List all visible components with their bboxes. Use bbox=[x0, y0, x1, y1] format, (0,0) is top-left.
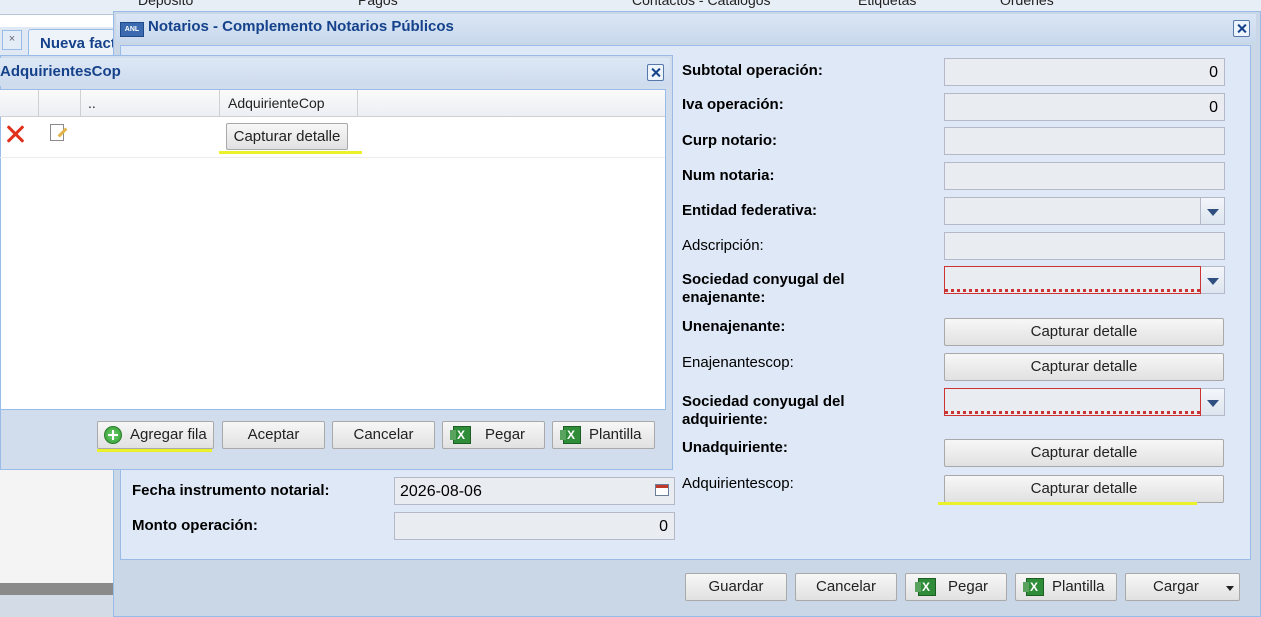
tab-close-icon[interactable]: × bbox=[2, 30, 22, 50]
popup-plantilla-label: Plantilla bbox=[589, 426, 642, 443]
sociedad-enajenante-dropdown-icon[interactable] bbox=[1201, 266, 1225, 294]
grid-col-separator bbox=[219, 90, 220, 116]
edit-icon[interactable] bbox=[50, 124, 64, 141]
popup-pegar-button[interactable]: Pegar bbox=[442, 421, 545, 449]
entidad-label: Entidad federativa: bbox=[682, 202, 818, 219]
sociedad-adquiriente-select[interactable] bbox=[944, 388, 1201, 416]
adscripcion-label: Adscripción: bbox=[682, 237, 764, 254]
unenajenante-capturar-button[interactable]: Capturar detalle bbox=[944, 318, 1224, 346]
highlight-agregar-fila bbox=[97, 449, 212, 452]
agregar-fila-button[interactable]: Agregar fila bbox=[97, 421, 214, 449]
num-notaria-label: Num notaria: bbox=[682, 167, 775, 184]
popup-pegar-label: Pegar bbox=[485, 426, 526, 443]
dialog-title: Notarios - Complemento Notarios Públicos bbox=[148, 18, 454, 35]
adquirientescop-label: Adquirientescop: bbox=[682, 475, 794, 492]
grid-col-separator bbox=[38, 90, 39, 116]
fecha-instrumento-field[interactable]: 2026-08-06 bbox=[394, 477, 675, 505]
adquirientescop-capturar-button[interactable]: Capturar detalle bbox=[944, 475, 1224, 503]
num-notaria-field[interactable] bbox=[944, 162, 1225, 190]
add-icon bbox=[104, 426, 122, 444]
grid-col-separator bbox=[80, 90, 81, 116]
app-logo-icon: ANL bbox=[120, 22, 144, 37]
cancelar-button[interactable]: Cancelar bbox=[795, 573, 897, 601]
guardar-button[interactable]: Guardar bbox=[685, 573, 787, 601]
background-grid bbox=[0, 470, 113, 585]
pegar-button-label: Pegar bbox=[948, 578, 989, 595]
curp-field[interactable] bbox=[944, 127, 1225, 155]
popup-cancelar-button[interactable]: Cancelar bbox=[332, 421, 435, 449]
monto-operacion-label: Monto operación: bbox=[132, 517, 258, 534]
iva-label: Iva operación: bbox=[682, 96, 784, 113]
highlight-row-capturar bbox=[219, 151, 362, 154]
popup-plantilla-button[interactable]: Plantilla bbox=[552, 421, 655, 449]
delete-icon[interactable] bbox=[6, 125, 24, 143]
sociedad-adquiriente-dropdown-icon[interactable] bbox=[1201, 388, 1225, 416]
grid-col-separator bbox=[357, 90, 358, 116]
popup-close-icon[interactable] bbox=[647, 64, 664, 81]
cargar-button[interactable]: Cargar bbox=[1125, 573, 1240, 601]
entidad-dropdown-icon[interactable] bbox=[1201, 197, 1225, 225]
chevron-down-icon bbox=[1226, 586, 1234, 591]
excel-icon bbox=[1023, 578, 1044, 596]
monto-operacion-field[interactable]: 0 bbox=[394, 512, 675, 540]
aceptar-button[interactable]: Aceptar bbox=[222, 421, 325, 449]
background-scrollbar[interactable] bbox=[0, 583, 113, 595]
sociedad-enajenante-select[interactable] bbox=[944, 266, 1201, 294]
grid-header-dots[interactable]: .. bbox=[88, 95, 96, 111]
unadquiriente-capturar-button[interactable]: Capturar detalle bbox=[944, 439, 1224, 467]
sociedad-adquiriente-label: Sociedad conyugal del adquiriente: bbox=[682, 393, 845, 428]
unenajenante-label: Unenajenante: bbox=[682, 318, 786, 335]
excel-icon bbox=[915, 578, 936, 596]
dialog-close-icon[interactable] bbox=[1233, 20, 1250, 37]
enajenantescop-label: Enajenantescop: bbox=[682, 354, 794, 371]
grid-header-adquirientecop[interactable]: AdquirienteCop bbox=[228, 95, 325, 111]
plantilla-button[interactable]: Plantilla bbox=[1015, 573, 1117, 601]
enajenantescop-capturar-button[interactable]: Capturar detalle bbox=[944, 353, 1224, 381]
excel-icon bbox=[450, 426, 471, 444]
sociedad-enajenante-label: Sociedad conyugal del enajenante: bbox=[682, 271, 845, 306]
unadquiriente-label: Unadquiriente: bbox=[682, 439, 788, 456]
calendar-icon[interactable] bbox=[655, 484, 669, 496]
iva-field[interactable]: 0 bbox=[944, 93, 1225, 121]
popup-title: AdquirientesCop bbox=[0, 63, 121, 80]
agregar-fila-label: Agregar fila bbox=[130, 426, 207, 443]
fecha-instrumento-label: Fecha instrumento notarial: bbox=[132, 482, 330, 499]
highlight-adquirientescop bbox=[938, 502, 1197, 505]
curp-label: Curp notario: bbox=[682, 132, 777, 149]
subtotal-field[interactable]: 0 bbox=[944, 58, 1225, 86]
adscripcion-field[interactable] bbox=[944, 232, 1225, 260]
subtotal-label: Subtotal operación: bbox=[682, 62, 823, 79]
pegar-button[interactable]: Pegar bbox=[905, 573, 1007, 601]
row-capturar-button[interactable]: Capturar detalle bbox=[226, 123, 348, 150]
grid-header bbox=[0, 90, 665, 117]
plantilla-button-label: Plantilla bbox=[1052, 578, 1105, 595]
entidad-select[interactable] bbox=[944, 197, 1201, 225]
excel-icon bbox=[560, 426, 581, 444]
cargar-button-label: Cargar bbox=[1153, 578, 1199, 595]
